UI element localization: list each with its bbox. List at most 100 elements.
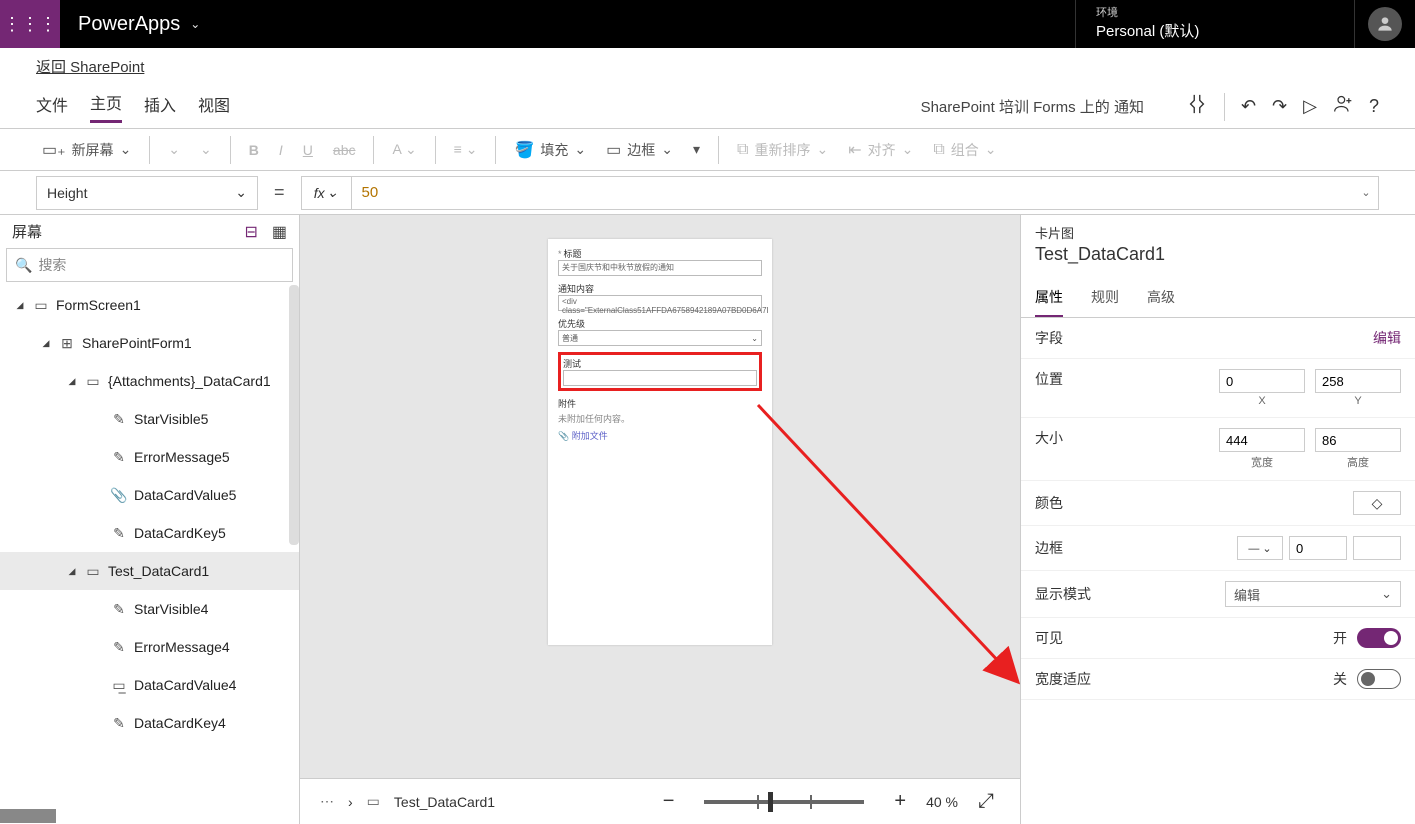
tab-file[interactable]: 文件 xyxy=(36,92,68,122)
waffle-icon[interactable]: ⋮⋮⋮ xyxy=(0,0,60,48)
visible-toggle[interactable] xyxy=(1357,628,1401,648)
tree-item-{Attachments}_DataCard1[interactable]: ◢▭{Attachments}_DataCard1 xyxy=(0,362,299,400)
tree-item-Test_DataCard1[interactable]: ◢▭Test_DataCard1 xyxy=(0,552,299,590)
prop-display-mode-label: 显示模式 xyxy=(1035,584,1091,604)
tab-insert[interactable]: 插入 xyxy=(144,92,176,122)
play-icon[interactable]: ▷ xyxy=(1303,96,1317,117)
help-icon[interactable]: ? xyxy=(1369,96,1379,117)
app-header: ⋮⋮⋮ PowerApps ⌄ 环境 Personal (默认) xyxy=(0,0,1415,48)
field-input-test[interactable] xyxy=(563,370,757,386)
width-fit-toggle[interactable] xyxy=(1357,669,1401,689)
field-label-title: 标题 xyxy=(558,247,762,260)
formula-input-box[interactable]: fx ⌄ 50 ⌄ xyxy=(301,176,1379,210)
scrollbar[interactable] xyxy=(289,285,299,545)
back-link[interactable]: 返回 SharePoint xyxy=(36,59,144,76)
divider xyxy=(373,136,374,164)
tab-home[interactable]: 主页 xyxy=(90,90,122,123)
tree-item-DataCardValue4[interactable]: ▭̲DataCardValue4 xyxy=(0,666,299,704)
tab-advanced[interactable]: 高级 xyxy=(1147,279,1175,317)
tree-item-StarVisible5[interactable]: ✎StarVisible5 xyxy=(0,400,299,438)
prop-color-label: 颜色 xyxy=(1035,493,1063,513)
border-style-button[interactable]: ▾ xyxy=(685,137,708,162)
expand-icon[interactable]: ◢ xyxy=(40,338,52,349)
color-swatch[interactable]: ◇ xyxy=(1353,491,1401,515)
item-label: DataCardValue5 xyxy=(134,487,236,503)
tree-item-DataCardValue5[interactable]: 📎DataCardValue5 xyxy=(0,476,299,514)
border-width-input[interactable] xyxy=(1289,536,1347,560)
border-button[interactable]: ▭ 边框 ⌄ xyxy=(598,136,681,164)
field-select-priority[interactable]: 普通⌄ xyxy=(558,330,762,346)
more-icon[interactable]: ⋯ xyxy=(320,793,334,810)
strike-icon: abc xyxy=(325,138,364,162)
height-input[interactable] xyxy=(1315,428,1401,452)
property-name: Height xyxy=(47,185,87,201)
toolbar: ▭₊ 新屏幕 ⌄ ⌄ ⌄ B I U abc A ⌄ ≡ ⌄ 🪣 填充 ⌄ ▭ … xyxy=(0,129,1415,171)
tree-item-FormScreen1[interactable]: ◢▭FormScreen1 xyxy=(0,286,299,324)
border-color-swatch[interactable] xyxy=(1353,536,1401,560)
fit-icon[interactable]: ⤢ xyxy=(972,790,1000,813)
prop-width-fit: 宽度适应 关 xyxy=(1021,659,1415,700)
tree-item-DataCardKey4[interactable]: ✎DataCardKey4 xyxy=(0,704,299,742)
tab-rules[interactable]: 规则 xyxy=(1091,279,1119,317)
app-title[interactable]: PowerApps ⌄ xyxy=(60,13,218,36)
font-color-icon: A ⌄ xyxy=(384,137,424,162)
tree-view-icon[interactable]: ⊟ xyxy=(244,222,257,242)
property-selector[interactable]: Height ⌄ xyxy=(36,176,258,210)
field-input-content[interactable]: <div class="ExternalClass51AFFDA67589421… xyxy=(558,295,762,311)
zoom-in-icon[interactable]: + xyxy=(888,790,912,813)
field-label-attachment: 附件 xyxy=(558,397,762,410)
card-name: Test_DataCard1 xyxy=(1021,242,1415,273)
item-icon: ▭̲ xyxy=(110,677,128,694)
tree-item-ErrorMessage4[interactable]: ✎ErrorMessage4 xyxy=(0,628,299,666)
expand-icon[interactable]: ◢ xyxy=(66,376,78,387)
position-x-input[interactable] xyxy=(1219,369,1305,393)
position-y-input[interactable] xyxy=(1315,369,1401,393)
expand-icon[interactable]: ⌄ xyxy=(1354,186,1378,199)
breadcrumb-name[interactable]: Test_DataCard1 xyxy=(394,794,495,810)
undo-icon[interactable]: ↶ xyxy=(1241,96,1256,117)
new-screen-button[interactable]: ▭₊ 新屏幕 ⌄ xyxy=(34,136,139,164)
redo-icon[interactable]: ↷ xyxy=(1272,96,1287,117)
tree-item-DataCardKey5[interactable]: ✎DataCardKey5 xyxy=(0,514,299,552)
prop-position-label: 位置 xyxy=(1035,369,1063,389)
expand-icon[interactable]: ◢ xyxy=(66,566,78,577)
width-input[interactable] xyxy=(1219,428,1305,452)
border-style-select[interactable]: — ⌄ xyxy=(1237,536,1283,560)
share-icon[interactable] xyxy=(1333,94,1353,119)
chevron-down-icon: ⌄ xyxy=(190,17,200,31)
formula-value[interactable]: 50 xyxy=(352,184,1354,201)
search-icon: 🔍 xyxy=(15,257,32,274)
search-input[interactable]: 🔍 搜索 xyxy=(6,248,293,282)
fill-button[interactable]: 🪣 填充 ⌄ xyxy=(506,136,594,164)
item-icon: ✎ xyxy=(110,715,128,732)
tab-properties[interactable]: 属性 xyxy=(1035,279,1063,317)
attachment-add[interactable]: 📎 附加文件 xyxy=(558,429,762,442)
zoom-out-icon[interactable]: − xyxy=(657,790,681,813)
chevron-right-icon: › xyxy=(348,794,353,810)
border-icon: ▭ xyxy=(606,140,621,160)
tree-title: 屏幕 xyxy=(12,221,42,242)
zoom-slider[interactable] xyxy=(704,800,864,804)
separator xyxy=(1224,93,1225,121)
main-content: 屏幕 ⊟ ▦ 🔍 搜索 ◢▭FormScreen1◢⊞SharePointFor… xyxy=(0,215,1415,824)
divider xyxy=(435,136,436,164)
item-label: DataCardKey5 xyxy=(134,525,226,541)
environment-selector[interactable]: 环境 Personal (默认) xyxy=(1075,0,1355,48)
item-label: SharePointForm1 xyxy=(82,335,192,351)
tree-item-StarVisible4[interactable]: ✎StarVisible4 xyxy=(0,590,299,628)
attachment-empty: 未附加任何内容。 xyxy=(558,412,762,425)
display-mode-select[interactable]: 编辑⌄ xyxy=(1225,581,1401,607)
form-preview[interactable]: 标题 关于国庆节和中秋节放假的通知 通知内容 <div class="Exter… xyxy=(548,239,772,645)
tab-view[interactable]: 视图 xyxy=(198,92,230,122)
test-datacard-highlight[interactable]: 测试 xyxy=(558,352,762,391)
field-input-title[interactable]: 关于国庆节和中秋节放假的通知 xyxy=(558,260,762,276)
thumbnail-view-icon[interactable]: ▦ xyxy=(272,222,287,242)
user-avatar[interactable] xyxy=(1355,0,1415,48)
tree-item-ErrorMessage5[interactable]: ✎ErrorMessage5 xyxy=(0,438,299,476)
health-icon[interactable] xyxy=(1186,93,1208,120)
edit-field-link[interactable]: 编辑 xyxy=(1373,328,1401,348)
reorder-button: ⧉ 重新排序 ⌄ xyxy=(729,136,836,164)
expand-icon[interactable]: ◢ xyxy=(14,300,26,311)
tree-item-SharePointForm1[interactable]: ◢⊞SharePointForm1 xyxy=(0,324,299,362)
prop-visible: 可见 开 xyxy=(1021,618,1415,659)
